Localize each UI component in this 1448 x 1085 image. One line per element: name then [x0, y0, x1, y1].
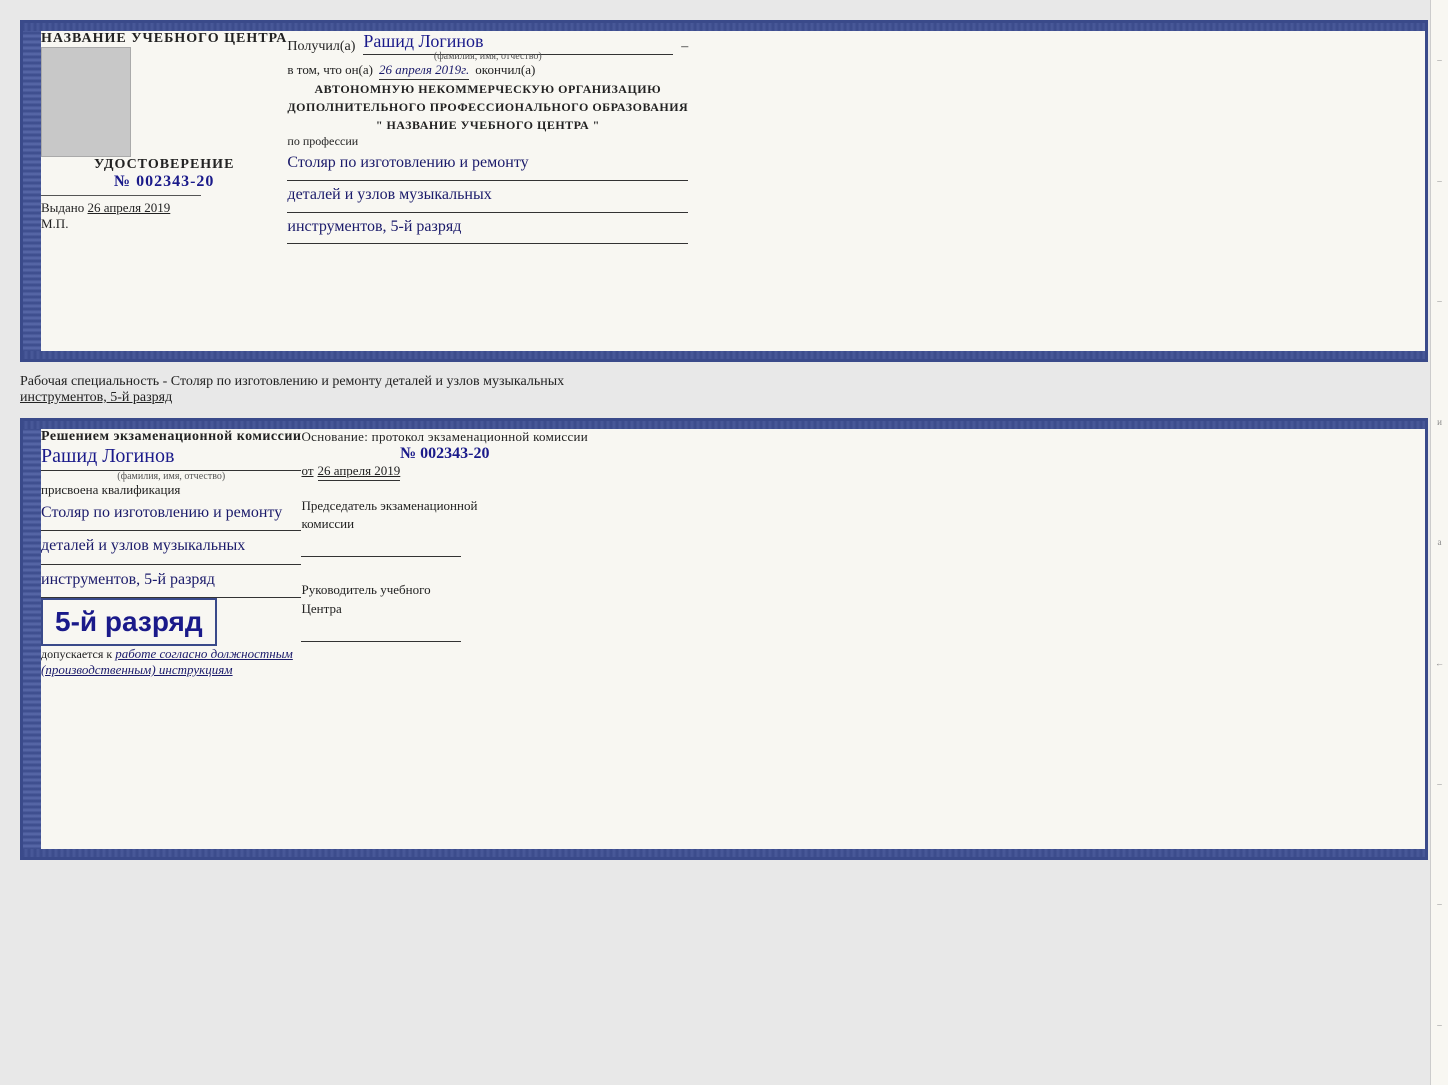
chairman-block: Председатель экзаменационной комиссии	[301, 497, 588, 557]
ot-label: от	[301, 463, 313, 479]
bottom-fio-label: (фамилия, имя, отчество)	[41, 471, 301, 482]
po-professii-label: по профессии	[287, 134, 688, 149]
recipient-name: Рашид Логинов	[363, 31, 483, 53]
subtitle-normal: Рабочая специальность - Столяр по изгото…	[20, 374, 564, 389]
bottom-doc-border	[23, 849, 1425, 857]
top-right-panel: Получил(а) Рашид Логинов – (фамилия, имя…	[287, 31, 688, 351]
top-border	[23, 23, 1425, 31]
org-line1: АВТОНОМНУЮ НЕКОММЕРЧЕСКУЮ ОРГАНИЗАЦИЮ	[287, 80, 688, 98]
bottom-document-card: Решением экзаменационной комиссии Рашид …	[20, 418, 1428, 860]
bottom-right-panel: Основание: протокол экзаменационной коми…	[301, 429, 588, 849]
subtitle-bar: Рабочая специальность - Столяр по изгото…	[20, 370, 1428, 410]
dopusk-label: допускается к	[41, 647, 112, 661]
org-block: АВТОНОМНУЮ НЕКОММЕРЧЕСКУЮ ОРГАНИЗАЦИЮ ДО…	[287, 80, 688, 134]
big-razryad-box: 5-й разряд	[41, 598, 217, 646]
kval-line2: деталей и узлов музыкальных	[41, 531, 301, 564]
bottom-left-spine	[23, 429, 41, 849]
dopusk-text: работе согласно должностным	[115, 646, 293, 661]
top-left-panel: НАЗВАНИЕ УЧЕБНОГО ЦЕНТРА УДОСТОВЕРЕНИЕ №…	[41, 31, 287, 351]
ot-date: 26 апреля 2019	[318, 463, 401, 481]
protocol-number-value: 002343-20	[420, 445, 489, 462]
profession-line3: инструментов, 5-й разряд	[287, 213, 688, 245]
big-razryad-text: 5-й разряд	[55, 606, 203, 637]
bottom-top-border	[23, 421, 1425, 429]
prisvoyena-text: присвоена квалификация	[41, 482, 301, 498]
school-name-label: НАЗВАНИЕ УЧЕБНОГО ЦЕНТРА	[41, 31, 287, 47]
bottom-name-cursive: Рашид Логинов	[41, 445, 301, 471]
dopuskaetsya-line: допускается к работе согласно должностны…	[41, 646, 301, 662]
protocol-number: № 002343-20	[301, 445, 588, 463]
org-line3: " НАЗВАНИЕ УЧЕБНОГО ЦЕНТРА "	[287, 116, 688, 134]
vydano-label: Выдано	[41, 200, 84, 215]
udost-block: УДОСТОВЕРЕНИЕ № 002343-20	[41, 157, 287, 191]
vydano-date: 26 апреля 2019	[88, 200, 171, 215]
vtom-line: в том, что он(а) 26 апреля 2019г. окончи…	[287, 62, 688, 80]
profession-line2: деталей и узлов музыкальных	[287, 181, 688, 213]
top-card-inner: НАЗВАНИЕ УЧЕБНОГО ЦЕНТРА УДОСТОВЕРЕНИЕ №…	[23, 31, 1425, 351]
osnovanie-text: Основание: протокол экзаменационной коми…	[301, 429, 588, 445]
udost-number-value: 002343-20	[136, 173, 214, 190]
subtitle-underlined: инструментов, 5-й разряд	[20, 390, 172, 405]
dopuskaetsya-line2: (производственным) инструкциям	[41, 662, 301, 678]
kval-line1: Столяр по изготовлению и ремонту	[41, 498, 301, 531]
rukovoditel-signature	[301, 622, 461, 642]
bottom-left-panel: Решением экзаменационной комиссии Рашид …	[41, 429, 301, 849]
ot-line: от 26 апреля 2019	[301, 463, 588, 481]
vtom-date: 26 апреля 2019г.	[379, 62, 469, 80]
page-container: НАЗВАНИЕ УЧЕБНОГО ЦЕНТРА УДОСТОВЕРЕНИЕ №…	[20, 20, 1428, 860]
left-spine	[23, 31, 41, 351]
udost-number: № 002343-20	[41, 173, 287, 191]
udost-title: УДОСТОВЕРЕНИЕ	[41, 157, 287, 173]
resheniem-title: Решением экзаменационной комиссии	[41, 429, 301, 445]
top-document-card: НАЗВАНИЕ УЧЕБНОГО ЦЕНТРА УДОСТОВЕРЕНИЕ №…	[20, 20, 1428, 362]
rukovoditel-block: Руководитель учебного Центра	[301, 581, 588, 641]
protocol-prefix: №	[400, 445, 416, 462]
photo-area	[41, 47, 131, 157]
org-line2: ДОПОЛНИТЕЛЬНОГО ПРОФЕССИОНАЛЬНОГО ОБРАЗО…	[287, 98, 688, 116]
dopusk-text2: (производственным) инструкциям	[41, 662, 233, 677]
vtom-label: в том, что он(а)	[287, 62, 373, 78]
bottom-right-deco: – – – и а ← – – –	[1430, 0, 1448, 1085]
bottom-card-inner: Решением экзаменационной комиссии Рашид …	[23, 429, 1425, 849]
vydano-line: Выдано 26 апреля 2019	[41, 200, 287, 216]
number-prefix: №	[114, 173, 131, 190]
bottom-border	[23, 351, 1425, 359]
chairman-signature	[301, 537, 461, 557]
rukovoditel-label: Руководитель учебного Центра	[301, 581, 588, 617]
kval-line3: инструментов, 5-й разряд	[41, 565, 301, 598]
dash: –	[681, 39, 688, 55]
poluchil-label: Получил(а)	[287, 39, 355, 55]
chairman-label: Председатель экзаменационной комиссии	[301, 497, 588, 533]
profession-line1: Столяр по изготовлению и ремонту	[287, 149, 688, 181]
okonchil-label: окончил(а)	[475, 62, 535, 78]
mp-line: М.П.	[41, 216, 287, 232]
